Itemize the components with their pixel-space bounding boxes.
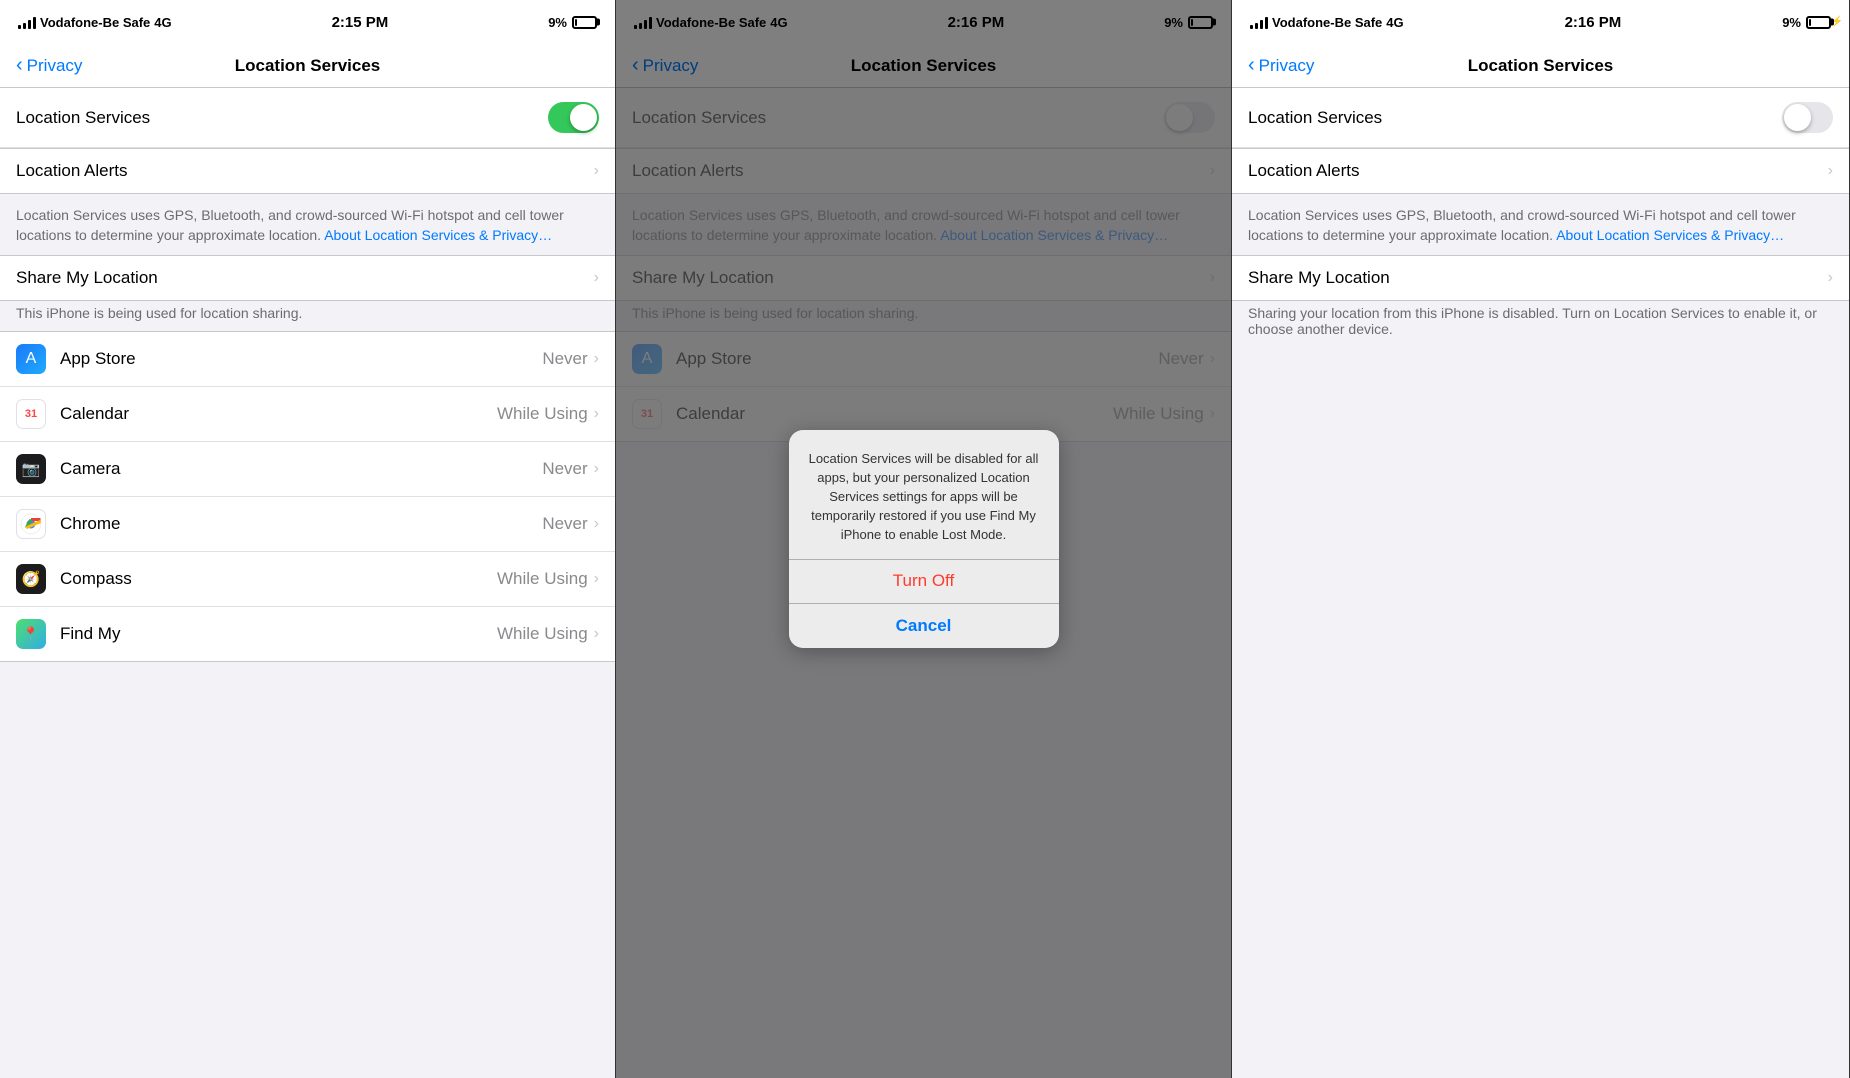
location-alerts-row-1[interactable]: Location Alerts ›: [0, 149, 615, 193]
about-link-3[interactable]: About Location Services & Privacy…: [1556, 227, 1784, 243]
content-1: Location Services Location Alerts › Loca…: [0, 88, 615, 1078]
toggle-thumb-1: [570, 104, 597, 131]
signal-icon: [18, 16, 36, 29]
alert-message: Location Services will be disabled for a…: [809, 451, 1039, 541]
description-1: Location Services uses GPS, Bluetooth, a…: [0, 194, 615, 255]
back-label-1[interactable]: Privacy: [27, 56, 83, 76]
location-alerts-row-3[interactable]: Location Alerts ›: [1232, 149, 1849, 193]
app-row-compass-1[interactable]: 🧭 Compass While Using ›: [0, 552, 615, 607]
calendar-icon-1: 31: [16, 399, 46, 429]
share-location-label-1: Share My Location: [16, 268, 594, 288]
camera-value-1: Never: [542, 459, 587, 479]
status-bar-3: Vodafone-Be Safe 4G 2:16 PM 9% ⚡: [1232, 0, 1849, 44]
app-row-chrome-1[interactable]: Chrome Never ›: [0, 497, 615, 552]
back-button-3[interactable]: ‹ Privacy: [1248, 54, 1314, 77]
status-right-3: 9% ⚡: [1782, 15, 1831, 30]
location-services-toggle-1[interactable]: [548, 102, 599, 133]
location-alerts-section-3: Location Alerts ›: [1232, 148, 1849, 194]
nav-title-1: Location Services: [235, 56, 381, 76]
app-row-camera-1[interactable]: 📷 Camera Never ›: [0, 442, 615, 497]
cancel-button[interactable]: Cancel: [789, 604, 1059, 648]
app-list-1: A App Store Never › 31 Calendar While Us…: [0, 331, 615, 662]
chrome-value-1: Never: [542, 514, 587, 534]
share-location-chevron-1: ›: [594, 269, 599, 287]
chrome-icon-1: [16, 509, 46, 539]
compass-icon-1: 🧭: [16, 564, 46, 594]
location-alerts-label-1: Location Alerts: [16, 161, 594, 181]
appstore-icon-1: A: [16, 344, 46, 374]
location-services-row-1[interactable]: Location Services: [0, 88, 615, 148]
battery-pct-1: 9%: [548, 15, 567, 30]
alert-dialog: Location Services will be disabled for a…: [789, 430, 1059, 647]
nav-title-3: Location Services: [1468, 56, 1614, 76]
chrome-label-1: Chrome: [60, 514, 542, 534]
toggle-thumb-3: [1784, 104, 1811, 131]
location-services-row-3[interactable]: Location Services: [1232, 88, 1849, 148]
location-alerts-chevron-3: ›: [1828, 162, 1833, 180]
modal-overlay-2: Location Services will be disabled for a…: [616, 0, 1231, 1078]
share-location-section-3: Share My Location ›: [1232, 255, 1849, 301]
alert-body: Location Services will be disabled for a…: [789, 430, 1059, 559]
app-row-appstore-1[interactable]: A App Store Never ›: [0, 332, 615, 387]
battery-icon-1: [572, 16, 597, 29]
sharing-info-1: This iPhone is being used for location s…: [0, 301, 615, 331]
location-alerts-chevron-1: ›: [594, 162, 599, 180]
back-chevron-3: ‹: [1248, 54, 1255, 77]
turn-off-button[interactable]: Turn Off: [789, 560, 1059, 604]
camera-label-1: Camera: [60, 459, 542, 479]
location-alerts-section-1: Location Alerts ›: [0, 148, 615, 194]
calendar-label-1: Calendar: [60, 404, 497, 424]
share-location-row-1[interactable]: Share My Location ›: [0, 256, 615, 300]
location-services-label-3: Location Services: [1248, 108, 1382, 128]
network-1: 4G: [154, 15, 171, 30]
camera-icon-1: 📷: [16, 454, 46, 484]
battery-icon-3: ⚡: [1806, 16, 1831, 29]
sharing-info-3: Sharing your location from this iPhone i…: [1232, 301, 1849, 347]
appstore-label-1: App Store: [60, 349, 542, 369]
compass-value-1: While Using: [497, 569, 588, 589]
appstore-value-1: Never: [542, 349, 587, 369]
share-location-chevron-3: ›: [1828, 269, 1833, 287]
findmy-value-1: While Using: [497, 624, 588, 644]
back-chevron-1: ‹: [16, 54, 23, 77]
back-button-1[interactable]: ‹ Privacy: [16, 54, 82, 77]
phone-panel-3: Vodafone-Be Safe 4G 2:16 PM 9% ⚡ ‹ Priva…: [1232, 0, 1850, 1078]
share-location-label-3: Share My Location: [1248, 268, 1828, 288]
compass-label-1: Compass: [60, 569, 497, 589]
location-alerts-label-3: Location Alerts: [1248, 161, 1828, 181]
content-3: Location Services Location Alerts › Loca…: [1232, 88, 1849, 1078]
app-row-calendar-1[interactable]: 31 Calendar While Using ›: [0, 387, 615, 442]
battery-pct-3: 9%: [1782, 15, 1801, 30]
location-services-toggle-3[interactable]: [1782, 102, 1833, 133]
status-bar-1: Vodafone-Be Safe 4G 2:15 PM 9%: [0, 0, 615, 44]
findmy-icon-1: 📍: [16, 619, 46, 649]
status-left-1: Vodafone-Be Safe 4G: [18, 15, 172, 30]
share-location-row-3[interactable]: Share My Location ›: [1232, 256, 1849, 300]
status-left-3: Vodafone-Be Safe 4G: [1250, 15, 1404, 30]
time-1: 2:15 PM: [332, 14, 389, 31]
findmy-label-1: Find My: [60, 624, 497, 644]
phone-panel-1: Vodafone-Be Safe 4G 2:15 PM 9% ‹ Privacy…: [0, 0, 616, 1078]
network-3: 4G: [1386, 15, 1403, 30]
carrier-1: Vodafone-Be Safe: [40, 15, 150, 30]
calendar-value-1: While Using: [497, 404, 588, 424]
nav-bar-1: ‹ Privacy Location Services: [0, 44, 615, 88]
back-label-3[interactable]: Privacy: [1259, 56, 1315, 76]
location-services-label-1: Location Services: [16, 108, 150, 128]
description-3: Location Services uses GPS, Bluetooth, a…: [1232, 194, 1849, 255]
phone-panel-2: Vodafone-Be Safe 4G 2:16 PM 9% ‹ Privacy…: [616, 0, 1232, 1078]
about-link-1[interactable]: About Location Services & Privacy…: [324, 227, 552, 243]
status-right-1: 9%: [548, 15, 597, 30]
time-3: 2:16 PM: [1565, 14, 1622, 31]
carrier-3: Vodafone-Be Safe: [1272, 15, 1382, 30]
signal-icon-3: [1250, 16, 1268, 29]
share-location-section-1: Share My Location ›: [0, 255, 615, 301]
nav-bar-3: ‹ Privacy Location Services: [1232, 44, 1849, 88]
app-row-findmy-1[interactable]: 📍 Find My While Using ›: [0, 607, 615, 661]
